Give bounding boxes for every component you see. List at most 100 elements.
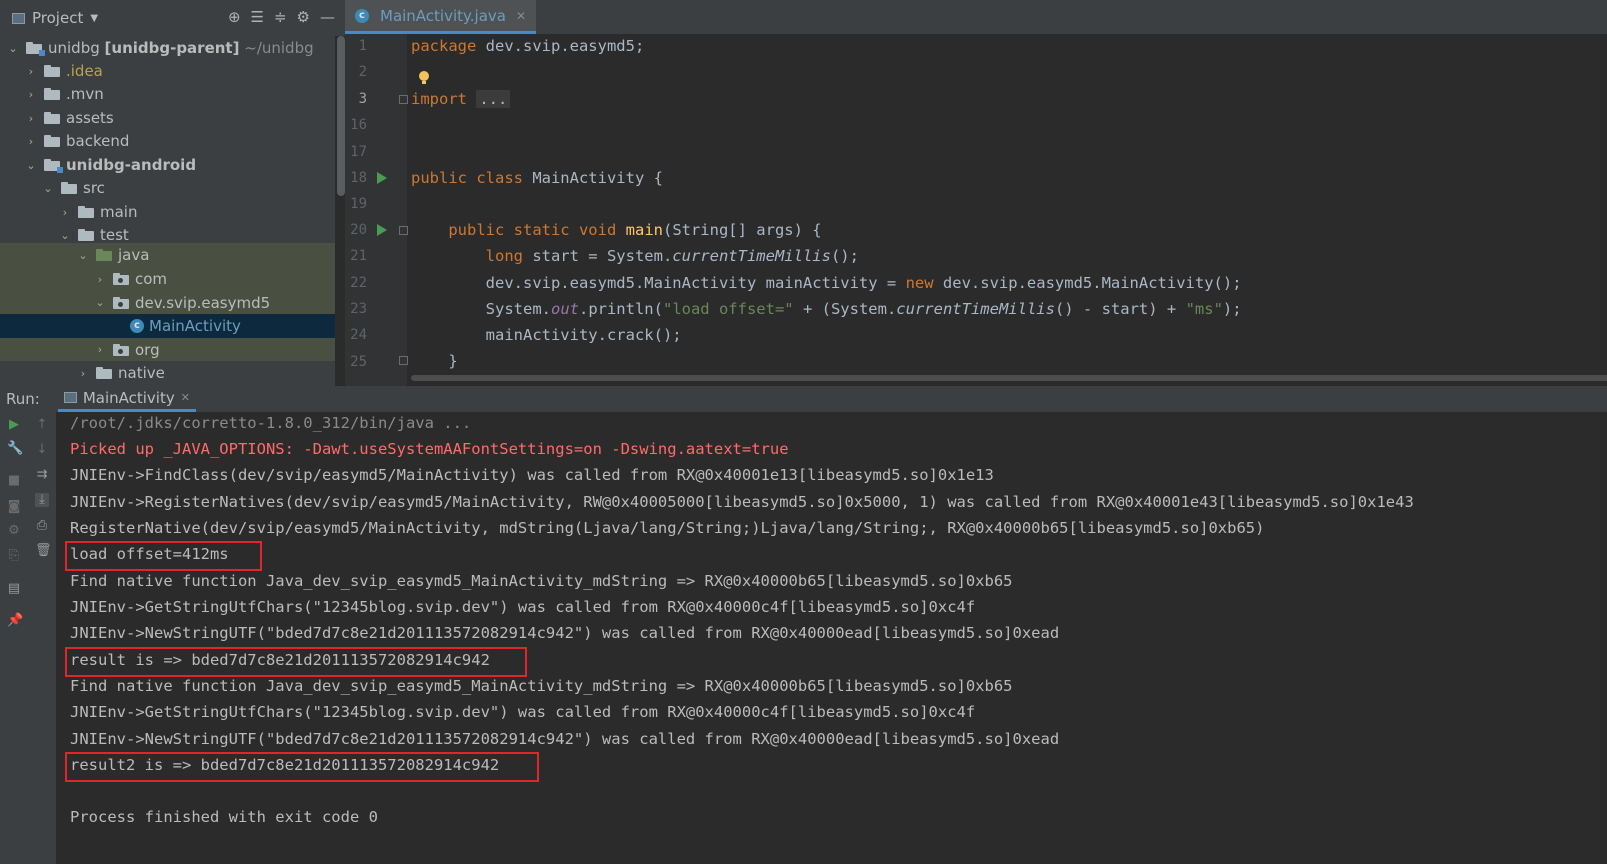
lightbulb-icon[interactable] (419, 71, 429, 84)
folder-icon (61, 182, 77, 194)
tree-item-src[interactable]: ⌄ src (0, 176, 335, 200)
console-line: /root/.jdks/corretto-1.8.0_312/bin/java … (70, 414, 472, 432)
project-panel-header: Project ▼ ⊕ ☰ ≑ ⚙ — (0, 0, 345, 36)
tree-item-idea[interactable]: › .idea (0, 59, 335, 83)
tree-item-native[interactable]: › native (0, 361, 335, 385)
editor-horizontal-scrollbar[interactable] (411, 375, 1607, 381)
trash-icon[interactable]: 🗑 (35, 544, 52, 558)
tree-item-mainactivity[interactable]: c MainActivity (0, 314, 335, 338)
console-line: JNIEnv->NewStringUTF("bded7d7c8e21d20111… (70, 730, 1060, 748)
tree-item-com[interactable]: › com (0, 267, 335, 291)
highlight-box-result (65, 647, 527, 677)
soft-wrap-icon[interactable]: ⇉ (35, 468, 49, 482)
project-icon (12, 12, 25, 24)
gear-icon[interactable]: ⚙ (297, 8, 310, 26)
tree-item-java[interactable]: ⌄ java (0, 243, 335, 267)
code-line: System.out.println("load offset=" + (Sys… (411, 300, 1242, 318)
tree-item-dev-svip-easymd5[interactable]: ⌄ dev.svip.easymd5 (0, 291, 335, 314)
run-tab-mainactivity[interactable]: MainActivity ✕ (57, 386, 196, 412)
chevron-right-icon[interactable]: › (24, 88, 38, 101)
chevron-down-icon[interactable]: ⌄ (41, 182, 55, 195)
module-folder-icon (44, 159, 63, 173)
run-class-icon[interactable] (377, 172, 387, 184)
tree-item-mvn[interactable]: › .mvn (0, 82, 335, 106)
arrow-up-icon[interactable]: ↑ (35, 418, 49, 432)
chevron-right-icon[interactable]: › (24, 112, 38, 125)
gear-icon[interactable]: ⚙ (7, 524, 21, 538)
tree-item-label: native (118, 364, 165, 382)
scroll-to-end-icon[interactable]: ⤓ (35, 493, 49, 507)
rerun-icon[interactable]: ▶ (7, 418, 21, 432)
print-icon[interactable]: ⎙ (35, 519, 49, 533)
tree-item-org[interactable]: › org (0, 338, 335, 361)
project-view-selector[interactable]: Project ▼ (12, 9, 98, 27)
run-toolbar-primary: ▶ 🔧 ■ ◙ ⚙ ⎘ ▤ 📌 (0, 412, 28, 864)
run-main-icon[interactable] (377, 224, 387, 236)
line-number: 19 (350, 196, 367, 212)
pin-icon[interactable]: 📌 (7, 614, 23, 628)
console-line: JNIEnv->RegisterNatives(dev/svip/easymd5… (70, 493, 1414, 511)
code-line: dev.svip.easymd5.MainActivity mainActivi… (411, 274, 1242, 292)
tree-scrollbar[interactable] (337, 36, 345, 196)
run-tab-label: MainActivity (82, 388, 175, 407)
fold-marker-icon[interactable] (399, 95, 408, 104)
console-line: RegisterNative(dev/svip/easymd5/MainActi… (70, 519, 1265, 537)
editor-tab-mainactivity[interactable]: c MainActivity.java ✕ (345, 0, 537, 34)
chevron-down-icon[interactable]: ⌄ (24, 159, 38, 172)
tree-item-label: unidbg-android (66, 156, 197, 174)
fold-marker-icon[interactable] (399, 226, 408, 235)
project-tree: ⌄ unidbg [unidbg-parent] ~/unidbg › .ide… (0, 36, 335, 394)
exit-icon[interactable]: ⎘ (7, 549, 21, 563)
line-number: 23 (350, 301, 367, 317)
tree-item-unidbg[interactable]: ⌄ unidbg [unidbg-parent] ~/unidbg (0, 36, 335, 60)
chevron-right-icon[interactable]: › (24, 135, 38, 148)
tree-item-backend[interactable]: › backend (0, 129, 335, 153)
tree-item-suffix: [unidbg-parent] (104, 39, 240, 57)
java-class-icon: c (355, 8, 369, 23)
chevron-right-icon[interactable]: › (76, 367, 90, 380)
line-number: 17 (350, 144, 367, 160)
layout-icon[interactable]: ▤ (7, 582, 21, 596)
chevron-down-icon[interactable]: ⌄ (58, 229, 72, 242)
line-number: 24 (350, 327, 367, 343)
tree-item-label: .mvn (66, 85, 104, 103)
chevron-right-icon[interactable]: › (93, 343, 107, 356)
collapse-all-icon[interactable]: ≑ (274, 8, 287, 26)
camera-icon[interactable]: ◙ (7, 500, 21, 514)
console-line: Picked up _JAVA_OPTIONS: -Dawt.useSystem… (70, 440, 789, 458)
tree-item-label: .idea (66, 62, 103, 80)
run-config-icon (63, 392, 77, 403)
tree-item-label: backend (66, 132, 130, 150)
fold-marker-icon[interactable] (399, 356, 408, 365)
chevron-down-icon[interactable]: ⌄ (76, 249, 90, 262)
chevron-right-icon[interactable]: › (93, 273, 107, 286)
line-number: 16 (350, 117, 367, 133)
tree-item-assets[interactable]: › assets (0, 106, 335, 130)
tree-item-label: java (118, 246, 150, 264)
console-output[interactable]: /root/.jdks/corretto-1.8.0_312/bin/java … (56, 412, 1607, 864)
line-number: 3 (358, 91, 367, 107)
project-panel-title: Project (32, 9, 84, 27)
chevron-down-icon[interactable]: ⌄ (93, 296, 107, 309)
console-line: Find native function Java_dev_svip_easym… (70, 677, 1013, 695)
chevron-right-icon[interactable]: › (24, 65, 38, 78)
tree-item-path: ~/unidbg (244, 39, 314, 57)
minimize-icon[interactable]: — (320, 8, 335, 26)
console-line: JNIEnv->GetStringUtfChars("12345blog.svi… (70, 598, 976, 616)
locate-icon[interactable]: ⊕ (228, 8, 241, 26)
folder-icon (44, 65, 60, 77)
close-icon[interactable]: ✕ (516, 9, 526, 23)
code-editor[interactable]: 1 2 3 16 17 18 19 20 21 22 23 24 25 pack… (345, 34, 1607, 386)
expand-all-icon[interactable]: ☰ (251, 8, 264, 26)
chevron-right-icon[interactable]: › (58, 206, 72, 219)
arrow-down-icon[interactable]: ↓ (35, 443, 49, 457)
stop-icon[interactable]: ■ (7, 474, 21, 488)
code-line: package dev.svip.easymd5; (411, 37, 645, 55)
tree-item-unidbg-android[interactable]: ⌄ unidbg-android (0, 153, 335, 177)
chevron-down-icon[interactable]: ⌄ (6, 42, 20, 55)
tree-item-label: MainActivity (149, 317, 241, 335)
close-icon[interactable]: ✕ (181, 391, 190, 404)
wrench-icon[interactable]: 🔧 (7, 442, 23, 456)
tree-item-main[interactable]: › main (0, 200, 335, 224)
line-number: 21 (350, 248, 367, 264)
